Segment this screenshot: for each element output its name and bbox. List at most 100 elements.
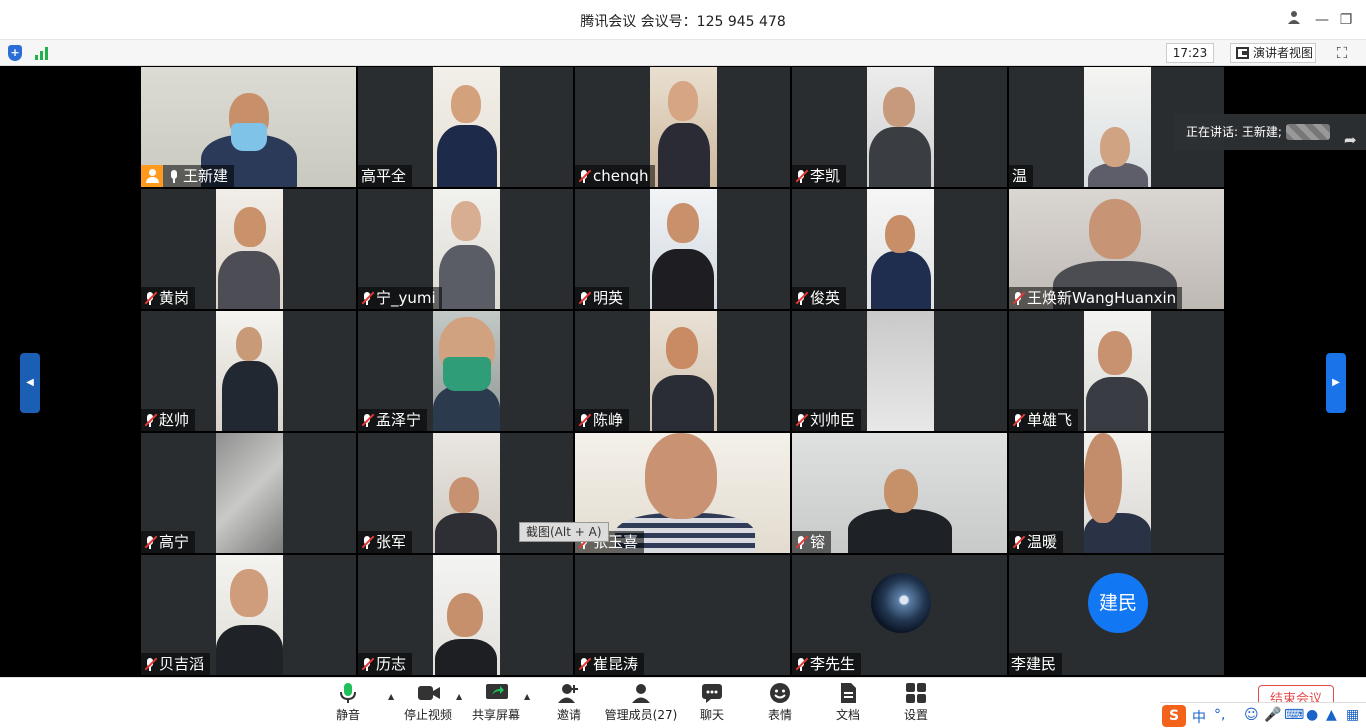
participant-video	[433, 189, 500, 309]
participant-tile[interactable]: 镕	[792, 433, 1007, 553]
participant-name: 赵帅	[159, 411, 190, 429]
mute-options-caret[interactable]: ▲	[388, 692, 394, 701]
muted-mic-icon	[794, 657, 809, 671]
participant-tile[interactable]: 黄岗	[141, 189, 356, 309]
video-options-caret[interactable]: ▲	[456, 692, 462, 701]
participant-tile[interactable]: 李先生	[792, 555, 1007, 675]
reactions-button[interactable]: 表情	[760, 682, 800, 726]
participant-name-bar: 温	[1009, 165, 1034, 187]
share-screen-button[interactable]: 共享屏幕	[468, 682, 524, 726]
manage-members-label: 管理成员(27)	[604, 708, 678, 722]
security-shield-icon[interactable]: +	[8, 45, 22, 61]
ime-user-icon[interactable]: ●	[1306, 707, 1318, 723]
muted-mic-icon	[143, 291, 158, 305]
participant-name-bar: 李建民	[1009, 653, 1063, 675]
participant-video	[650, 67, 717, 187]
ime-voice-icon[interactable]: 🎤	[1264, 707, 1281, 723]
participant-tile[interactable]: 王新建	[141, 67, 356, 187]
chat-label: 聊天	[699, 708, 724, 722]
ime-keyboard-icon[interactable]: ⌨	[1284, 707, 1304, 723]
sogou-logo[interactable]: S	[1162, 705, 1186, 727]
docs-button[interactable]: 文档	[828, 682, 868, 726]
participant-video	[650, 189, 717, 309]
speaking-indicator: 正在讲话: 王新建; ➦	[1174, 114, 1366, 150]
participant-name: 俊英	[810, 289, 841, 307]
participant-name-bar: 明英	[575, 287, 630, 309]
participant-video	[650, 311, 717, 431]
participant-tile[interactable]: 孟泽宁	[358, 311, 573, 431]
next-page-button[interactable]: ▶	[1326, 353, 1346, 413]
participant-name-bar: 俊英	[792, 287, 847, 309]
docs-label: 文档	[835, 708, 860, 722]
microphone-icon	[337, 682, 359, 704]
participant-video	[1084, 311, 1151, 431]
members-icon	[630, 682, 652, 704]
ime-language-toggle[interactable]: 中	[1192, 707, 1206, 727]
restore-button[interactable]: ❐	[1336, 10, 1356, 30]
share-options-caret[interactable]: ▲	[524, 692, 530, 701]
chat-button[interactable]: 聊天	[692, 682, 732, 726]
info-bar: + 17:23 演讲者视图 ⛶	[0, 40, 1366, 66]
participant-name: 单雄飞	[1027, 411, 1073, 429]
participant-name-bar: 崔昆涛	[575, 653, 645, 675]
participant-name: 王新建	[183, 167, 229, 185]
participant-tile[interactable]: 历志	[358, 555, 573, 675]
back-arrow-icon[interactable]: ➦	[1344, 122, 1357, 158]
ime-emoji-icon[interactable]: ☺	[1244, 707, 1259, 723]
settings-button[interactable]: 设置	[896, 682, 936, 726]
fullscreen-icon[interactable]: ⛶	[1333, 44, 1351, 62]
participant-video	[216, 555, 283, 675]
participant-video	[433, 311, 500, 431]
settings-label: 设置	[903, 708, 928, 722]
participant-name: 高宁	[159, 533, 190, 551]
participant-tile[interactable]: 李凯	[792, 67, 1007, 187]
participant-video	[433, 433, 500, 553]
participant-tile[interactable]: chenqh	[575, 67, 790, 187]
participant-tile[interactable]: 贝吉滔	[141, 555, 356, 675]
previous-page-button[interactable]: ◀	[20, 353, 40, 413]
participant-name-bar: 高平全	[358, 165, 413, 187]
ime-toolbar: S 中 °, ☺ 🎤 ⌨ ● ▲ ▦	[1160, 702, 1366, 728]
participant-tile[interactable]: 宁_yumi	[358, 189, 573, 309]
muted-mic-icon	[360, 535, 375, 549]
participant-tile[interactable]: 王焕新WangHuanxin	[1009, 189, 1224, 309]
stop-video-button[interactable]: 停止视频	[400, 682, 456, 726]
participant-tile[interactable]: 单雄飞	[1009, 311, 1224, 431]
ime-skin-icon[interactable]: ▲	[1326, 707, 1337, 723]
participant-video	[867, 67, 934, 187]
ime-punctuation-toggle[interactable]: °,	[1214, 707, 1225, 723]
mute-label: 静音	[335, 708, 360, 722]
participant-tile[interactable]: 明英	[575, 189, 790, 309]
document-icon	[837, 682, 859, 704]
participant-name: 李先生	[810, 655, 856, 673]
participant-name-bar: 温暖	[1009, 531, 1064, 553]
participant-tile[interactable]: 赵帅	[141, 311, 356, 431]
network-signal-icon[interactable]	[35, 46, 51, 60]
close-button[interactable]	[1357, 10, 1366, 30]
minimize-button[interactable]: —	[1312, 10, 1332, 30]
participant-name-bar: 王焕新WangHuanxin	[1009, 287, 1183, 309]
manage-members-button[interactable]: 管理成员(27)	[604, 682, 678, 726]
participant-tile[interactable]: 温暖	[1009, 433, 1224, 553]
participant-tile[interactable]: 高平全	[358, 67, 573, 187]
invite-label: 邀请	[556, 708, 581, 722]
speaker-view-label: 演讲者视图	[1253, 46, 1314, 60]
account-icon[interactable]	[1284, 10, 1304, 30]
participant-name: 孟泽宁	[376, 411, 422, 429]
ime-toolbox-icon[interactable]: ▦	[1346, 707, 1359, 723]
participant-tile[interactable]: 崔昆涛	[575, 555, 790, 675]
participant-name: 张军	[376, 533, 407, 551]
speaking-label: 正在讲话: 王新建;	[1186, 125, 1282, 139]
participant-tile[interactable]: 刘帅臣	[792, 311, 1007, 431]
share-screen-icon	[485, 682, 508, 704]
participant-tile[interactable]: 高宁	[141, 433, 356, 553]
speaker-view-button[interactable]: 演讲者视图	[1230, 43, 1316, 63]
participant-tile[interactable]: 陈峥	[575, 311, 790, 431]
mute-button[interactable]: 静音	[328, 682, 368, 726]
participant-tile[interactable]: 俊英	[792, 189, 1007, 309]
participant-name-bar: 王新建	[141, 165, 235, 187]
invite-button[interactable]: 邀请	[548, 682, 590, 726]
participant-name-bar: 黄岗	[141, 287, 196, 309]
muted-mic-icon	[143, 535, 158, 549]
participant-tile[interactable]: 建民 李建民	[1009, 555, 1224, 675]
